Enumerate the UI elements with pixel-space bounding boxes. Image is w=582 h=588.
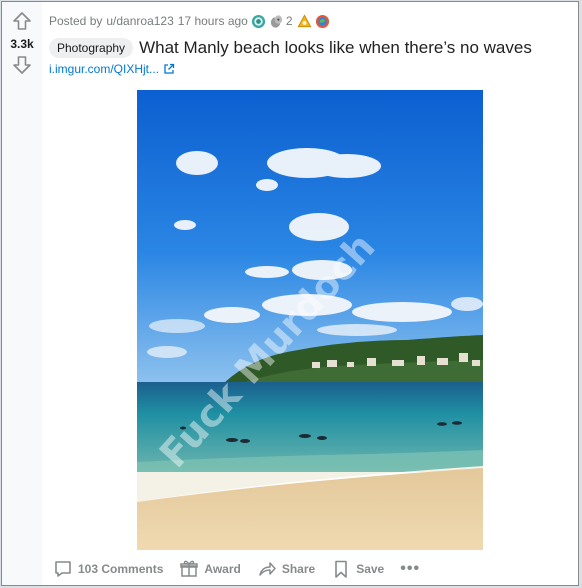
post-meta: Posted by u/danroa123 17 hours ago 2 (49, 13, 330, 29)
comments-label: 103 Comments (78, 562, 164, 576)
share-label: Share (281, 562, 316, 576)
save-button[interactable]: Save (327, 557, 390, 581)
more-options-button[interactable]: ••• (396, 557, 426, 581)
upvote-arrow-icon[interactable] (12, 11, 32, 31)
vote-column: 3.3k (2, 2, 42, 585)
title-row: Photography What Manly beach looks like … (49, 38, 532, 58)
downvote-arrow-icon[interactable] (12, 55, 32, 75)
award-globe-icon[interactable] (315, 14, 330, 29)
comment-bubble-icon (55, 561, 71, 577)
flair-badge[interactable]: Photography (49, 38, 134, 58)
gift-icon (180, 560, 199, 577)
post-image[interactable]: Fuck Murdoch (137, 90, 483, 550)
post-time[interactable]: 17 hours ago (178, 14, 248, 28)
comments-button[interactable]: 103 Comments (49, 557, 169, 581)
author-link[interactable]: u/danroa123 (106, 14, 173, 28)
posted-by-label: Posted by (49, 14, 103, 28)
award-gold-icon[interactable] (297, 13, 312, 29)
post-card: 3.3k Posted by u/danroa123 17 hours ago … (1, 1, 579, 586)
post-title[interactable]: What Manly beach looks like when there’s… (139, 38, 532, 58)
award-count: 2 (285, 14, 293, 28)
award-helpful-icon[interactable] (251, 14, 266, 29)
post-actions: 103 Comments Award Share Save ••• (49, 557, 432, 581)
save-label: Save (356, 562, 385, 576)
share-arrow-icon (259, 562, 276, 576)
beach-photo: Fuck Murdoch (137, 90, 483, 550)
outbound-link[interactable]: i.imgur.com/QIXHjt... (49, 62, 175, 76)
vote-score: 3.3k (10, 37, 34, 51)
bookmark-icon (335, 560, 348, 578)
award-wholesome-icon[interactable] (269, 14, 284, 29)
share-button[interactable]: Share (253, 557, 321, 581)
external-link-icon[interactable] (163, 63, 175, 75)
award-button[interactable]: Award (175, 557, 246, 581)
outbound-link-text[interactable]: i.imgur.com/QIXHjt... (49, 62, 159, 76)
award-label: Award (204, 562, 241, 576)
